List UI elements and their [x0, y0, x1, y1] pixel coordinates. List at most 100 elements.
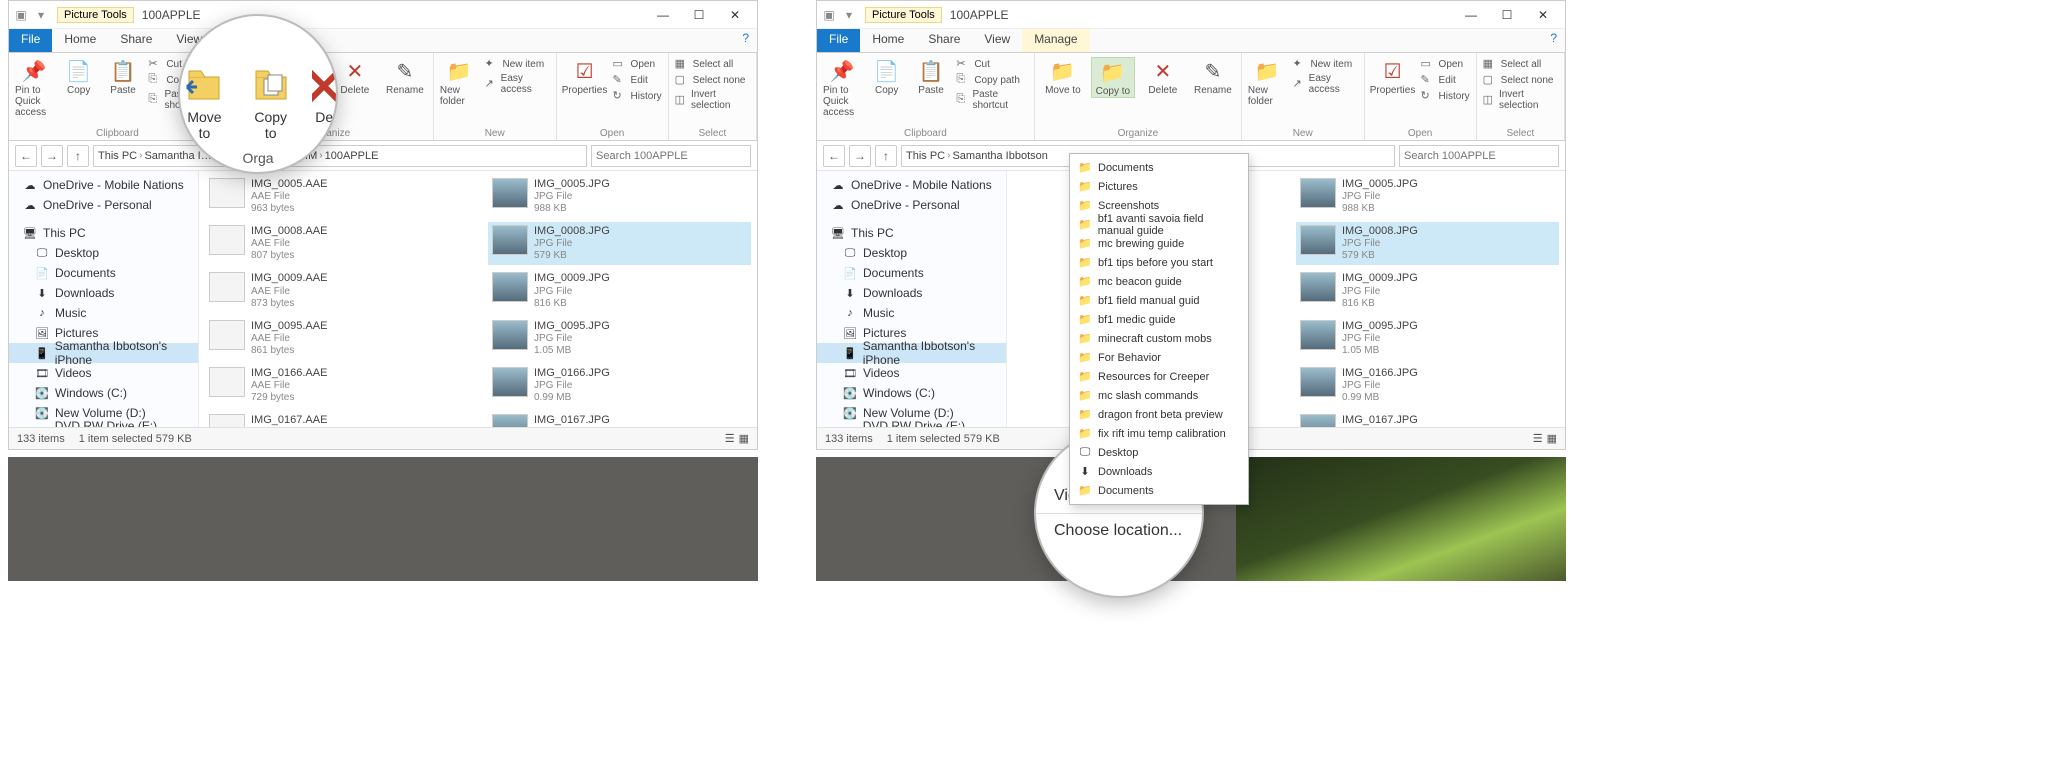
invert-selection-button[interactable]: ◫Invert selection [1483, 89, 1558, 111]
nav-item[interactable]: ☁OneDrive - Mobile Nations [9, 175, 198, 195]
file-item[interactable]: IMG_0005.JPG JPG File 988 KB [1296, 175, 1559, 218]
copyto-menu-item[interactable]: 📁bf1 field manual guid [1070, 291, 1248, 310]
tab-home[interactable]: Home [860, 29, 916, 52]
open-button[interactable]: ▭Open [1421, 57, 1470, 71]
copy-to-button-zoom[interactable]: Copy to [247, 65, 294, 141]
nav-up-button[interactable]: ↑ [67, 145, 89, 167]
tab-home[interactable]: Home [52, 29, 108, 52]
copyto-menu-item[interactable]: 📁mc slash commands [1070, 386, 1248, 405]
open-button[interactable]: ▭Open [613, 57, 662, 71]
minimize-button[interactable]: — [645, 4, 681, 26]
nav-item[interactable]: 📄Documents [9, 263, 198, 283]
copyto-menu-item[interactable]: 📁Resources for Creeper [1070, 367, 1248, 386]
copyto-menu-item[interactable]: 📁dragon front beta preview [1070, 405, 1248, 424]
history-button[interactable]: ↻History [613, 89, 662, 103]
copy-button[interactable]: 📄Copy [59, 57, 97, 118]
tab-share[interactable]: Share [108, 29, 164, 52]
nav-item[interactable]: 🖵Desktop [817, 243, 1006, 263]
paste-button[interactable]: 📋Paste [912, 57, 950, 118]
file-item[interactable]: IMG_0167.AAE AAE File 925 bytes [205, 411, 468, 427]
details-view-button[interactable]: ☰ [1533, 432, 1543, 445]
paste-button[interactable]: 📋Paste [104, 57, 142, 118]
new-item-button[interactable]: ✦New item [484, 57, 549, 71]
new-folder-button[interactable]: 📁New folder [1248, 57, 1287, 107]
rename-button[interactable]: ✎Rename [1191, 57, 1235, 98]
easy-access-button[interactable]: ↗Easy access [1292, 73, 1357, 95]
qat-down-icon[interactable]: ▾ [33, 7, 49, 23]
edit-button[interactable]: ✎Edit [613, 73, 662, 87]
nav-item[interactable]: ☁OneDrive - Personal [9, 195, 198, 215]
copyto-menu-item[interactable]: 📁mc beacon guide [1070, 272, 1248, 291]
easy-access-button[interactable]: ↗Easy access [484, 73, 549, 95]
copyto-menu-item[interactable]: 📁Documents [1070, 481, 1248, 500]
search-input[interactable] [1399, 145, 1559, 167]
select-all-button[interactable]: ▦Select all [1483, 57, 1558, 71]
nav-item[interactable]: ⬇Downloads [817, 283, 1006, 303]
tiles-view-button[interactable]: ▦ [1547, 432, 1557, 445]
history-button[interactable]: ↻History [1421, 89, 1470, 103]
file-item[interactable]: IMG_0167.JPG JPG File 1.13 MB [488, 411, 751, 427]
nav-item[interactable]: ☁OneDrive - Mobile Nations [817, 175, 1006, 195]
nav-item[interactable]: 📱Samantha Ibbotson's iPhone [9, 343, 198, 363]
copyto-menu-item[interactable]: 📁minecraft custom mobs [1070, 329, 1248, 348]
tab-file[interactable]: File [9, 29, 52, 52]
nav-item[interactable]: 🖥This PC [817, 223, 1006, 243]
file-item[interactable]: IMG_0166.AAE AAE File 729 bytes [205, 364, 468, 407]
properties-button[interactable]: ☑Properties [1371, 57, 1415, 103]
nav-forward-button[interactable]: → [41, 145, 63, 167]
copyto-choose-location-zoom[interactable]: Choose location... [1036, 514, 1202, 548]
copyto-menu-item[interactable]: 📁Pictures [1070, 177, 1248, 196]
nav-item[interactable]: ☁OneDrive - Personal [817, 195, 1006, 215]
file-item[interactable]: IMG_0166.JPG JPG File 0.99 MB [1296, 364, 1559, 407]
help-button[interactable]: ? [734, 29, 757, 52]
help-button[interactable]: ? [1542, 29, 1565, 52]
select-all-button[interactable]: ▦Select all [675, 57, 750, 71]
nav-item[interactable]: 📄Documents [817, 263, 1006, 283]
nav-item[interactable]: 📱Samantha Ibbotson's iPhone [817, 343, 1006, 363]
properties-button[interactable]: ☑Properties [563, 57, 607, 103]
copyto-menu-item[interactable]: 📁For Behavior [1070, 348, 1248, 367]
select-none-button[interactable]: ▢Select none [1483, 73, 1558, 87]
nav-forward-button[interactable]: → [849, 145, 871, 167]
copyto-menu-item[interactable]: 📁bf1 tips before you start [1070, 253, 1248, 272]
file-item[interactable]: IMG_0009.JPG JPG File 816 KB [1296, 269, 1559, 312]
tab-manage[interactable]: Manage [1022, 29, 1089, 52]
invert-selection-button[interactable]: ◫Invert selection [675, 89, 750, 111]
nav-item[interactable]: ⬇Downloads [9, 283, 198, 303]
nav-item[interactable]: 🖵Desktop [9, 243, 198, 263]
tab-file[interactable]: File [817, 29, 860, 52]
nav-back-button[interactable]: ← [823, 145, 845, 167]
pin-quick-access-button[interactable]: 📌Pin to Quick access [823, 57, 861, 118]
file-item[interactable]: IMG_0166.JPG JPG File 0.99 MB [488, 364, 751, 407]
copyto-menu-item[interactable]: 📁bf1 medic guide [1070, 310, 1248, 329]
file-item[interactable]: IMG_0167.JPG JPG File 1.13 MB [1296, 411, 1559, 427]
file-item[interactable]: IMG_0095.JPG JPG File 1.05 MB [1296, 317, 1559, 360]
select-none-button[interactable]: ▢Select none [675, 73, 750, 87]
tab-view[interactable]: View [972, 29, 1022, 52]
new-item-button[interactable]: ✦New item [1292, 57, 1357, 71]
copy-path-button[interactable]: ⎘Copy path [956, 73, 1028, 87]
minimize-button[interactable]: — [1453, 4, 1489, 26]
file-item[interactable]: IMG_0095.JPG JPG File 1.05 MB [488, 317, 751, 360]
tiles-view-button[interactable]: ▦ [739, 432, 749, 445]
new-folder-button[interactable]: 📁New folder [440, 57, 479, 107]
copyto-menu-item[interactable]: ⬇Downloads [1070, 462, 1248, 481]
copy-to-button[interactable]: 📁Copy to [1091, 57, 1135, 98]
move-to-button-zoom[interactable]: Move to [180, 65, 229, 141]
copyto-menu-item[interactable]: 📁bf1 avanti savoia field manual guide [1070, 215, 1248, 234]
file-item[interactable]: IMG_0008.AAE AAE File 807 bytes [205, 222, 468, 265]
nav-item[interactable]: ♪Music [817, 303, 1006, 323]
qat-down-icon[interactable]: ▾ [841, 7, 857, 23]
nav-item[interactable]: 💽Windows (C:) [9, 383, 198, 403]
file-item[interactable]: IMG_0005.AAE AAE File 963 bytes [205, 175, 468, 218]
close-button[interactable]: ✕ [1525, 4, 1561, 26]
rename-button[interactable]: ✎Rename [383, 57, 427, 96]
maximize-button[interactable]: ☐ [681, 4, 717, 26]
copyto-menu-item[interactable]: 📁fix rift imu temp calibration [1070, 424, 1248, 443]
copyto-menu-item[interactable]: 🖵Desktop [1070, 443, 1248, 462]
details-view-button[interactable]: ☰ [725, 432, 735, 445]
nav-back-button[interactable]: ← [15, 145, 37, 167]
delete-button[interactable]: ✕Delete [333, 57, 377, 96]
file-item[interactable]: IMG_0009.AAE AAE File 873 bytes [205, 269, 468, 312]
tab-share[interactable]: Share [916, 29, 972, 52]
